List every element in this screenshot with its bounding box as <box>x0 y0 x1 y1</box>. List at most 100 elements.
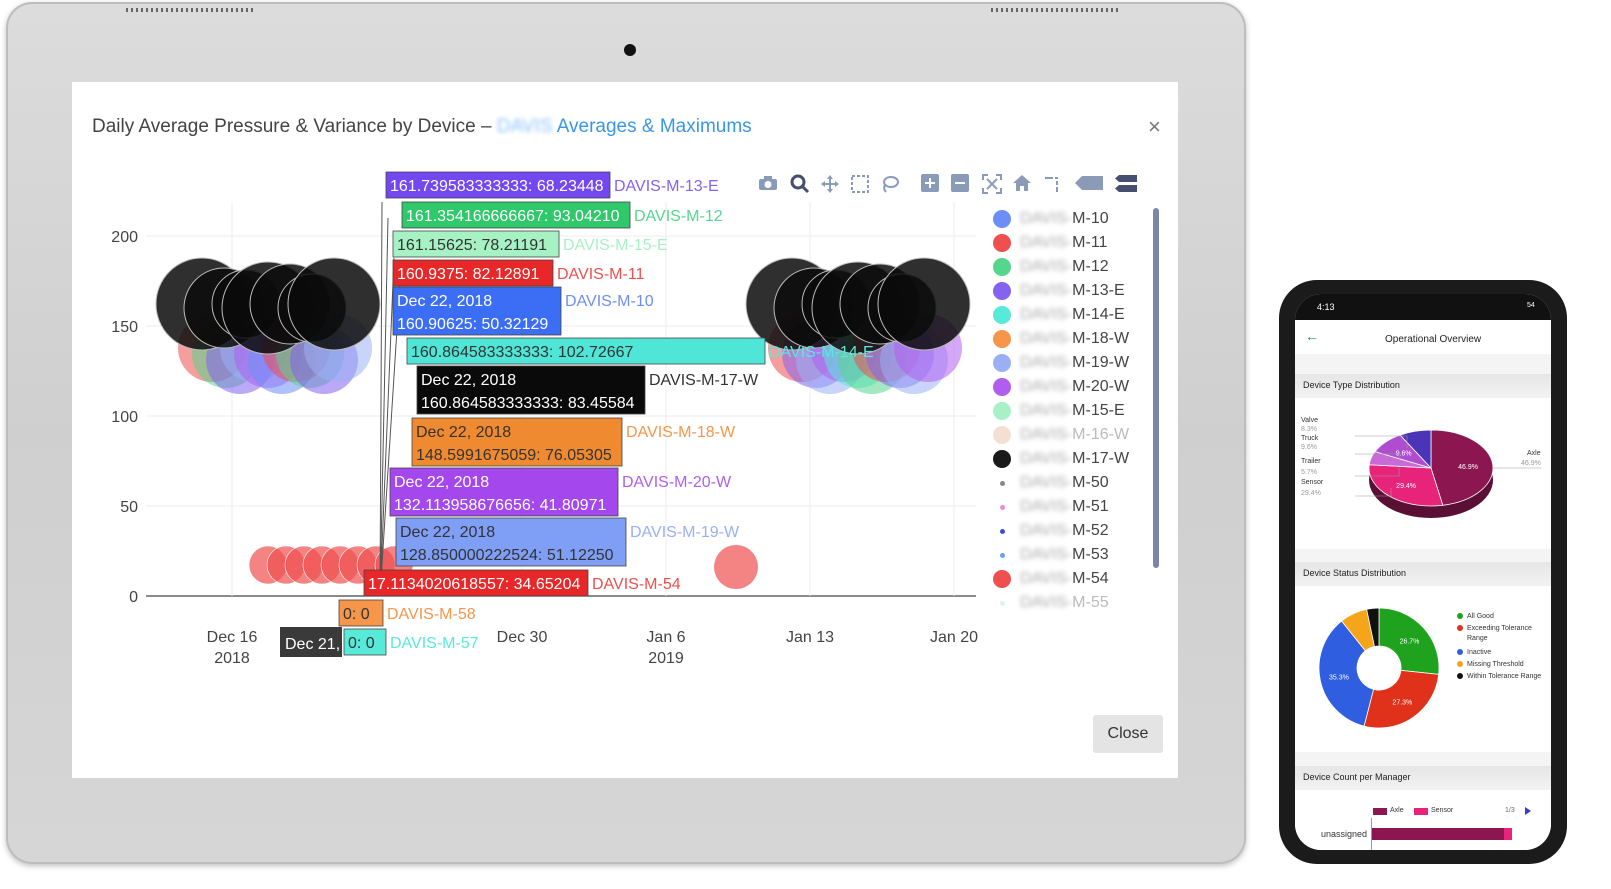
legend-label: DAVIS-M-54 <box>1020 570 1109 587</box>
status-legend-label[interactable]: Within Tolerance Range <box>1467 672 1547 682</box>
tablet-frame: Daily Average Pressure & Variance by Dev… <box>6 2 1246 864</box>
hover-label-date: Dec 22, 2018 <box>416 424 511 441</box>
legend-label: DAVIS-M-16-W <box>1020 426 1130 443</box>
status-legend-label[interactable]: Missing Threshold <box>1467 660 1547 670</box>
hover-label: 160.9375: 82.12891 DAVIS-M-11 <box>392 259 645 287</box>
legend-page-indicator[interactable]: 1/3 <box>1505 807 1515 814</box>
x-hover-label-text: Dec 21, <box>285 636 340 653</box>
status-legend-label[interactable]: Inactive <box>1467 648 1547 658</box>
legend-item[interactable]: DAVIS-M-17-W <box>982 448 1172 470</box>
hover-label-device: DAVIS-M-17-W <box>649 372 759 389</box>
card-title-device-type: Device Type Distribution <box>1303 380 1400 390</box>
legend-marker <box>993 402 1011 420</box>
battery-level: 54 <box>1527 302 1535 309</box>
hover-label-date: Dec 22, 2018 <box>394 474 489 491</box>
pie-slice-label: 29.4% <box>1396 483 1416 490</box>
hover-label: 161.15625: 78.21191 DAVIS-M-15-E <box>392 230 668 258</box>
legend-label: DAVIS-M-10 <box>1020 210 1109 227</box>
legend-item[interactable]: DAVIS-M-20-W <box>982 376 1172 398</box>
modal-dialog: Daily Average Pressure & Variance by Dev… <box>72 82 1178 778</box>
spike-lines-icon[interactable] <box>1041 174 1063 196</box>
bubble-chart[interactable]: 0 50 100 150 200 Dec 16 2018 Dec 30 Jan 6 2019 Jan… <box>72 82 978 682</box>
legend-marker <box>993 426 1011 444</box>
pie-label-axle: Axle <box>1527 450 1541 457</box>
pie-label-sensor: Sensor <box>1301 479 1324 486</box>
hover-label: Dec 22, 2018 148.5991675059: 76.05305 DAVI… <box>411 417 736 467</box>
close-icon[interactable]: × <box>1148 114 1161 140</box>
hover-compare-icon[interactable] <box>1113 174 1139 196</box>
legend-label: DAVIS-M-20-W <box>1020 378 1130 395</box>
hover-label-value: 160.864583333333: 83.45584 <box>421 395 635 412</box>
pie-label-valve: Valve <box>1301 417 1318 424</box>
legend-item[interactable]: DAVIS-M-13-E <box>982 280 1172 302</box>
device-type-pie[interactable]: 46.9% 29.4% 9.6% <box>1295 398 1551 548</box>
phone-frame: 4:13 54 ← Operational Overview Device Ty… <box>1279 280 1567 864</box>
pie-label-truck: Truck <box>1301 435 1319 442</box>
x-tick-label-year: 2019 <box>648 650 684 667</box>
hover-label-value: 161.354166666667: 93.04210 <box>406 208 620 225</box>
legend-marker <box>993 210 1011 228</box>
status-legend-label[interactable]: Exceeding Tolerance Range <box>1467 624 1547 644</box>
hover-label-device: DAVIS-M-15-E <box>563 237 668 254</box>
tablet-speaker-right <box>991 8 1121 12</box>
hover-label-device: DAVIS-M-13-E <box>614 178 719 195</box>
legend-label: DAVIS-M-55 <box>1020 594 1109 611</box>
autoscale-icon[interactable] <box>981 174 1003 196</box>
legend-marker <box>999 480 1005 486</box>
status-legend-label[interactable]: All Good <box>1467 612 1547 622</box>
bar-sensor[interactable] <box>1504 828 1512 840</box>
legend-item[interactable]: DAVIS-M-18-W <box>982 328 1172 350</box>
legend-item[interactable]: DAVIS-M-53 <box>982 544 1172 566</box>
pie-pct-axle: 46.9% <box>1521 460 1541 467</box>
hover-closest-icon[interactable] <box>1073 174 1105 196</box>
hover-label-device: DAVIS-M-14-E <box>769 344 874 361</box>
legend-item[interactable]: DAVIS-M-54 <box>982 568 1172 590</box>
device-count-card: Device Count per Manager Axle Sensor 1/3… <box>1295 766 1551 850</box>
x-hover-label: Dec 21, <box>280 627 342 657</box>
legend-item[interactable]: DAVIS-M-16-W <box>982 424 1172 446</box>
legend-item[interactable]: DAVIS-M-12 <box>982 256 1172 278</box>
legend-label: DAVIS-M-18-W <box>1020 330 1130 347</box>
legend-marker <box>993 330 1011 348</box>
hover-label-value: 132.113958676656: 41.80971 <box>394 497 606 514</box>
back-arrow-icon[interactable]: ← <box>1305 328 1319 344</box>
home-icon[interactable] <box>1011 174 1033 196</box>
x-tick-label: Jan 13 <box>786 629 834 646</box>
card-title-device-status: Device Status Distribution <box>1303 568 1407 578</box>
hover-label-device: DAVIS-M-10 <box>565 293 654 310</box>
hover-label: 0: 0 DAVIS-M-57 <box>343 628 479 656</box>
legend-item[interactable]: DAVIS-M-19-W <box>982 352 1172 374</box>
x-tick-label: Jan 6 <box>646 629 685 646</box>
legend-scrollbar[interactable] <box>1153 208 1159 568</box>
legend-item[interactable]: DAVIS-M-10 <box>982 208 1172 230</box>
bar-row-label: unassigned <box>1321 829 1368 839</box>
legend-item[interactable]: DAVIS-M-11 <box>982 232 1172 254</box>
legend-item[interactable]: DAVIS-M-14-E <box>982 304 1172 326</box>
legend-item[interactable]: DAVIS-M-52 <box>982 520 1172 542</box>
close-button[interactable]: Close <box>1093 715 1163 753</box>
hover-label: 161.739583333333: 68.23448 DAVIS-M-13-E <box>385 171 719 199</box>
pie-slice-label: 46.9% <box>1458 464 1478 471</box>
status-legend-dot <box>1457 625 1463 631</box>
legend-label: DAVIS-M-52 <box>1020 522 1109 539</box>
hover-connector <box>379 257 395 597</box>
legend-label: DAVIS-M-14-E <box>1020 306 1125 323</box>
status-time: 4:13 <box>1317 302 1335 312</box>
legend-next-icon[interactable] <box>1525 807 1531 815</box>
phone-screen: 4:13 54 ← Operational Overview Device Ty… <box>1295 294 1551 850</box>
legend-marker <box>993 378 1011 396</box>
pie-pct-valve: 8.3% <box>1301 426 1317 433</box>
bar-axle[interactable] <box>1372 828 1504 840</box>
hover-label-device: DAVIS-M-20-W <box>622 474 732 491</box>
bubble-cluster <box>745 257 971 394</box>
legend-item[interactable]: DAVIS-M-55 <box>982 592 1172 614</box>
legend-item[interactable]: DAVIS-M-50 <box>982 472 1172 494</box>
legend-item[interactable]: DAVIS-M-51 <box>982 496 1172 518</box>
legend-label: DAVIS-M-53 <box>1020 546 1109 563</box>
legend-item[interactable]: DAVIS-M-15-E <box>982 400 1172 422</box>
pie-slice-label: 26.7% <box>1400 639 1420 646</box>
pie-pct-sensor: 29.4% <box>1301 490 1321 497</box>
hover-label-value: 160.90625: 50.32129 <box>397 316 548 333</box>
hover-label: Dec 22, 2018 160.864583333333: 83.45584 DA… <box>416 365 759 415</box>
status-legend-dot <box>1457 661 1463 667</box>
